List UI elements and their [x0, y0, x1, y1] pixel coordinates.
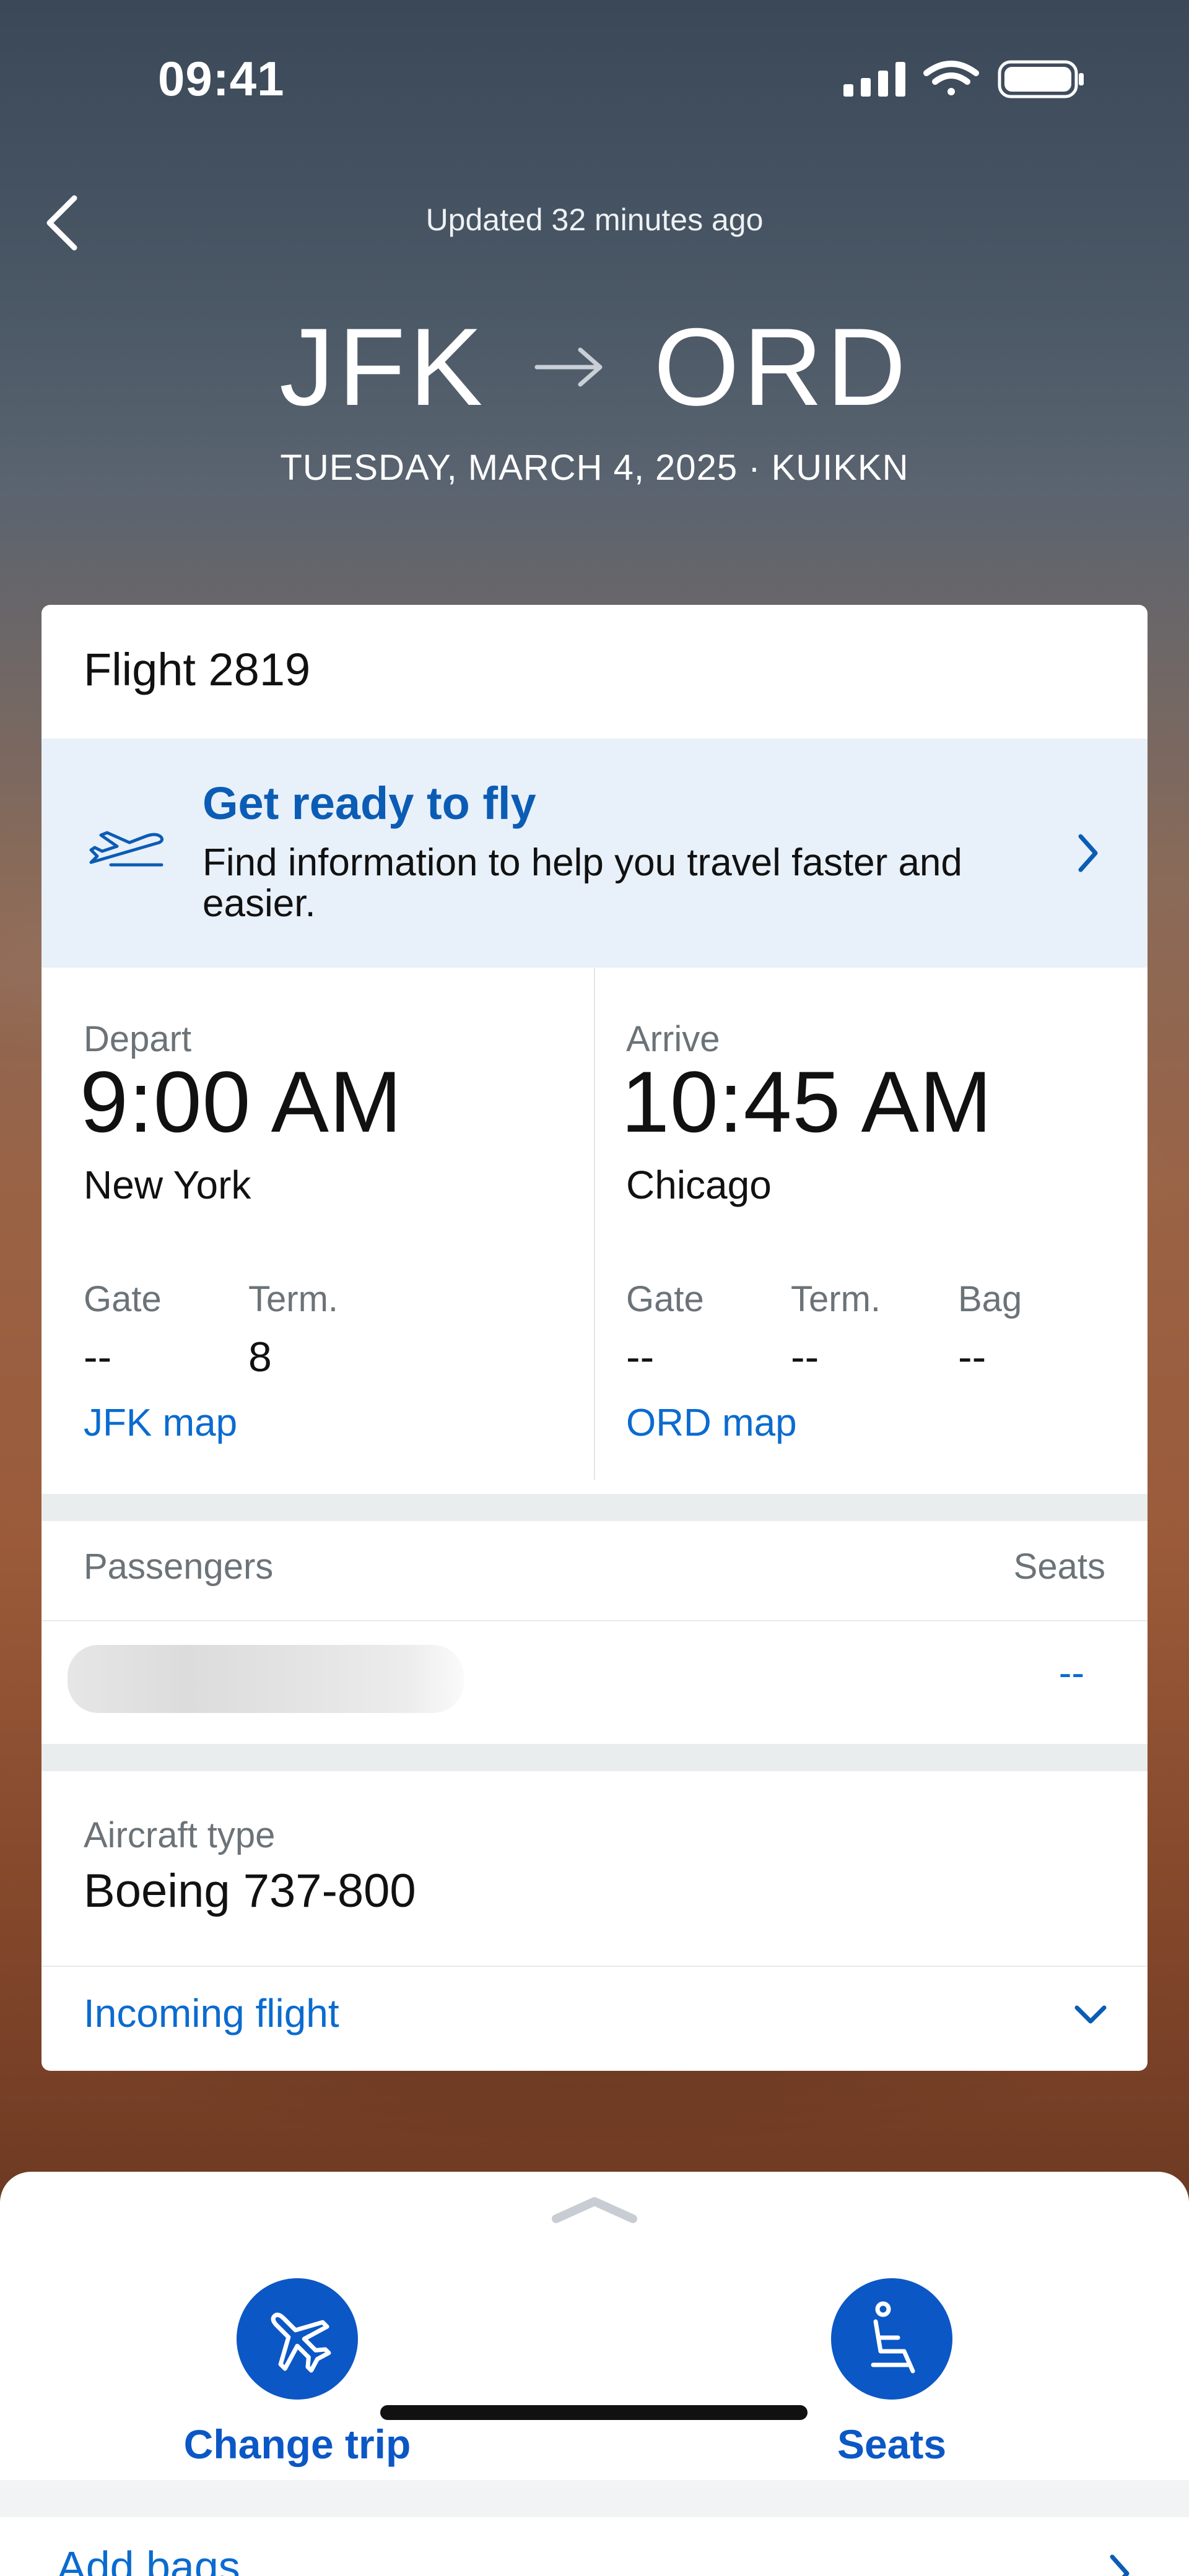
flight-number: Flight 2819: [84, 644, 311, 695]
arrive-term-label: Term.: [791, 1279, 881, 1319]
depart-city: New York: [84, 1163, 251, 1207]
depart-term-label: Term.: [248, 1279, 338, 1319]
destination-code: ORD: [653, 305, 910, 428]
ready-title: Get ready to fly: [203, 778, 536, 829]
signal-icon: [843, 62, 905, 97]
section-separator: [41, 1494, 1148, 1521]
aircraft-value: Boeing 737-800: [84, 1865, 416, 1917]
incoming-flight-row[interactable]: Incoming flight: [41, 1967, 1148, 2071]
wifi-icon: [923, 61, 979, 95]
depart-term-value: 8: [248, 1334, 272, 1381]
arrive-time: 10:45 AM: [621, 1053, 993, 1150]
depart-gate-label: Gate: [84, 1279, 162, 1319]
column-divider: [594, 968, 595, 1480]
passengers-header: Passengers: [84, 1546, 274, 1587]
arrive-city: Chicago: [626, 1163, 772, 1207]
sheet-divider: [0, 2480, 1189, 2517]
home-indicator: [380, 2405, 808, 2420]
section-separator: [41, 1744, 1148, 1771]
seat-icon: [871, 2301, 915, 2374]
add-bags-row[interactable]: Add bags: [0, 2517, 1189, 2576]
bottom-sheet: Change trip Seats Add bags: [0, 2172, 1189, 2576]
arrive-term-value: --: [791, 1334, 819, 1381]
flight-card: Flight 2819 Get ready to fly Find inform…: [41, 605, 1148, 2071]
seat-value-link[interactable]: --: [1059, 1651, 1084, 1695]
passenger-name-redacted: [68, 1645, 464, 1713]
battery-icon: [998, 60, 1084, 98]
passenger-divider: [41, 1620, 1148, 1621]
depart-time: 9:00 AM: [80, 1053, 403, 1150]
origin-code: JFK: [279, 305, 487, 428]
arrow-right-icon: [534, 347, 603, 386]
depart-gate-value: --: [84, 1334, 112, 1381]
incoming-flight-label: Incoming flight: [84, 1991, 339, 2036]
status-time: 09:41: [158, 51, 285, 106]
route-header: JFK ORD: [0, 303, 1189, 430]
get-ready-banner[interactable]: Get ready to fly Find information to hel…: [41, 739, 1148, 968]
arrive-bag-label: Bag: [958, 1279, 1022, 1319]
ord-map-link[interactable]: ORD map: [626, 1401, 797, 1445]
chevron-down-icon: [1074, 2005, 1107, 2024]
airplane-icon: [89, 831, 164, 867]
sheet-handle-icon[interactable]: [550, 2194, 639, 2225]
status-icons: [840, 57, 1087, 106]
arrive-bag-value: --: [958, 1334, 986, 1381]
jfk-map-link[interactable]: JFK map: [84, 1401, 237, 1445]
arrive-gate-value: --: [626, 1334, 655, 1381]
seats-label: Seats: [837, 2421, 947, 2467]
ready-text: Find information to help you travel fast…: [203, 841, 962, 925]
date-confirmation: TUESDAY, MARCH 4, 2025 · KUIKKN: [280, 448, 909, 488]
chevron-right-icon: [1110, 2554, 1130, 2576]
arrive-gate-label: Gate: [626, 1279, 704, 1319]
change-trip-circle: [237, 2278, 358, 2400]
aircraft-label: Aircraft type: [84, 1815, 276, 1855]
seats-circle: [831, 2278, 952, 2400]
updated-text: Updated 32 minutes ago: [425, 202, 764, 237]
change-trip-button[interactable]: Change trip: [111, 2278, 483, 2483]
change-trip-label: Change trip: [183, 2421, 411, 2467]
seats-header: Seats: [1013, 1546, 1105, 1587]
airplane-change-icon: [271, 2312, 331, 2373]
add-bags-label: Add bags: [57, 2543, 240, 2576]
seats-button[interactable]: Seats: [706, 2278, 1078, 2483]
chevron-right-icon: [1078, 834, 1098, 872]
